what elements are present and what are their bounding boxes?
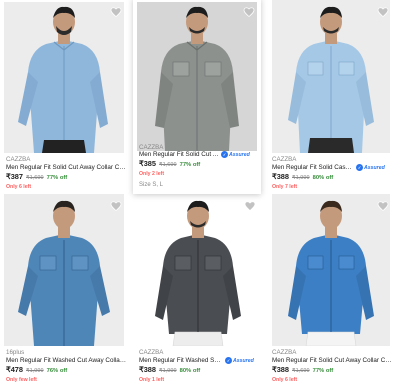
product-brand: 16plus [6, 349, 25, 356]
wishlist-heart-icon[interactable] [243, 6, 255, 18]
price-row: ₹385 ₹1,699 77% off [139, 159, 200, 168]
assured-badge-icon: ✓ [221, 151, 228, 158]
product-title[interactable]: Men Regular Fit Solid Cut Away ... [139, 151, 219, 158]
stock-note: Only 6 left [272, 377, 298, 383]
price-row: ₹388 ₹1,999 80% off [139, 365, 200, 374]
product-discount: 77% off [312, 368, 334, 374]
stock-note: Only few left [6, 377, 37, 383]
assured-badge-icon: ✓ [356, 164, 363, 171]
product-image[interactable] [4, 194, 124, 346]
assured-badge: ✓ Assured [221, 151, 250, 158]
wishlist-heart-icon[interactable] [377, 6, 389, 18]
assured-label: Assured [229, 151, 250, 158]
product-price: ₹388 [139, 365, 157, 374]
product-card[interactable]: CAZZBA Men Regular Fit Solid Casual Shir… [266, 0, 400, 195]
price-row: ₹387 ₹1,699 77% off [6, 172, 67, 181]
product-title[interactable]: Men Regular Fit Solid Cut Away Collar Ca… [272, 357, 394, 364]
price-row: ₹478 ₹1,999 76% off [6, 365, 67, 374]
available-sizes: Size S, L [139, 182, 164, 188]
product-brand: CAZZBA [6, 156, 31, 163]
product-discount: 80% off [312, 175, 334, 181]
assured-label: Assured [364, 164, 385, 171]
price-row: ₹388 ₹1,999 80% off [272, 172, 333, 181]
product-card[interactable]: 16plus Men Regular Fit Washed Cut Away C… [0, 194, 132, 387]
product-image[interactable] [4, 2, 124, 153]
product-mrp: ₹1,999 [292, 175, 310, 181]
product-card[interactable]: CAZZBA Men Regular Fit Solid Cut Away Co… [266, 194, 400, 387]
stock-note: Only 2 left [139, 171, 165, 177]
product-brand: CAZZBA [272, 156, 297, 163]
product-image[interactable] [272, 0, 390, 153]
product-mrp: ₹1,699 [292, 368, 310, 374]
product-image[interactable] [137, 2, 257, 151]
product-card[interactable]: CAZZBA Men Regular Fit Solid Cut Away ..… [133, 0, 261, 194]
product-mrp: ₹1,699 [159, 162, 177, 168]
product-price: ₹388 [272, 365, 290, 374]
stock-note: Only 1 left [139, 377, 165, 383]
product-discount: 80% off [179, 368, 201, 374]
product-discount: 77% off [179, 162, 201, 168]
product-price: ₹388 [272, 172, 290, 181]
wishlist-heart-icon[interactable] [110, 6, 122, 18]
assured-badge: ✓ Assured [356, 164, 385, 171]
stock-note: Only 7 left [272, 184, 298, 190]
product-mrp: ₹1,999 [159, 368, 177, 374]
product-price: ₹478 [6, 365, 24, 374]
wishlist-heart-icon[interactable] [110, 200, 122, 212]
product-brand: CAZZBA [139, 349, 164, 356]
product-title[interactable]: Men Regular Fit Solid Cut Away Collar Ca… [6, 164, 128, 171]
product-mrp: ₹1,999 [26, 368, 44, 374]
product-title[interactable]: Men Regular Fit Washed Spread ... [139, 357, 223, 364]
product-title[interactable]: Men Regular Fit Solid Casual Shirt [272, 164, 354, 171]
assured-badge: ✓ Assured [225, 357, 254, 364]
product-card[interactable]: CAZZBA Men Regular Fit Solid Cut Away Co… [0, 0, 132, 195]
product-title[interactable]: Men Regular Fit Washed Cut Away Collar C… [6, 357, 128, 364]
stock-note: Only 6 left [6, 184, 32, 190]
product-discount: 76% off [46, 368, 68, 374]
product-brand: CAZZBA [139, 144, 164, 151]
product-mrp: ₹1,699 [26, 175, 44, 181]
assured-badge-icon: ✓ [225, 357, 232, 364]
price-row: ₹388 ₹1,699 77% off [272, 365, 333, 374]
wishlist-heart-icon[interactable] [377, 200, 389, 212]
product-price: ₹387 [6, 172, 24, 181]
product-price: ₹385 [139, 159, 157, 168]
product-image[interactable] [137, 194, 259, 346]
assured-label: Assured [233, 357, 254, 364]
product-image[interactable] [272, 194, 390, 346]
product-brand: CAZZBA [272, 349, 297, 356]
wishlist-heart-icon[interactable] [244, 200, 256, 212]
product-card[interactable]: CAZZBA Men Regular Fit Washed Spread ...… [133, 194, 266, 387]
product-discount: 77% off [46, 175, 68, 181]
